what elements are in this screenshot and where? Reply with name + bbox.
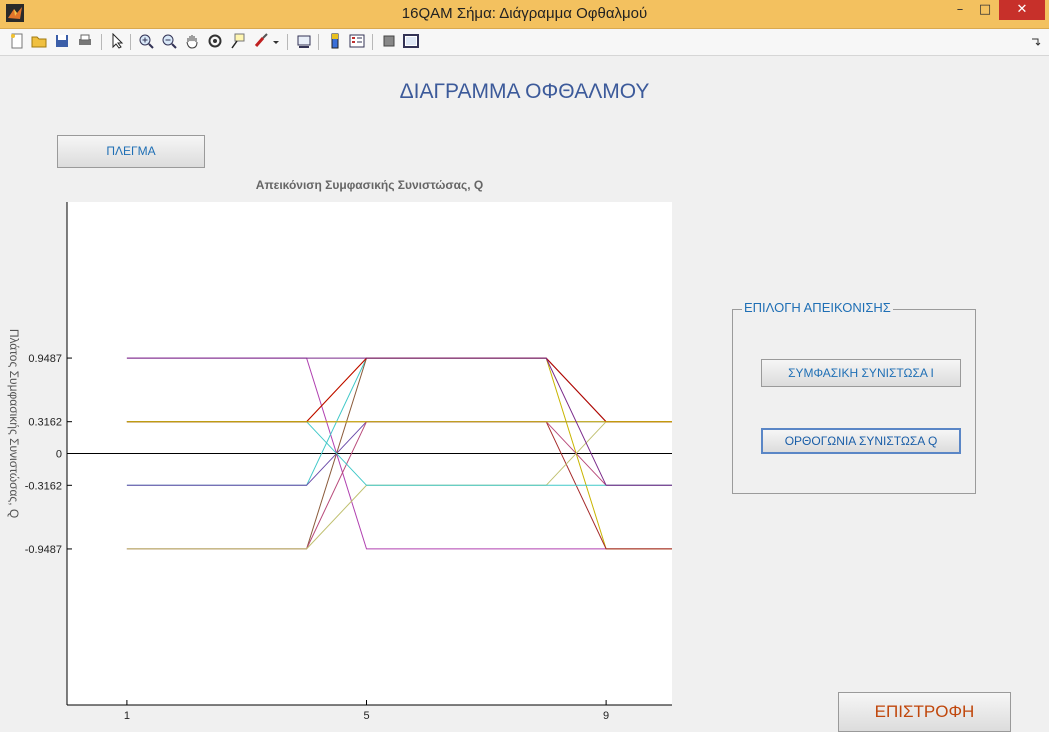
toolbar-dock-icon[interactable] bbox=[1026, 33, 1044, 51]
brush-icon[interactable] bbox=[252, 33, 270, 51]
quadrature-component-button[interactable]: ΟΡΘΟΓΩΝΙΑ ΣΥΝΙΣΤΩΣΑ Q bbox=[761, 428, 961, 454]
pointer-icon[interactable] bbox=[108, 32, 126, 51]
y-tick-label: 0 bbox=[56, 449, 62, 461]
data-cursor-icon[interactable] bbox=[229, 33, 247, 51]
pan-hand-icon[interactable] bbox=[183, 33, 201, 51]
y-axis-label: Πλάτος Συμφασικής Συνιστώσας, Q bbox=[7, 329, 21, 518]
save-icon[interactable] bbox=[53, 33, 71, 51]
print-icon[interactable] bbox=[76, 33, 94, 51]
new-file-icon[interactable] bbox=[8, 33, 26, 51]
x-tick-label: 9 bbox=[603, 710, 609, 722]
legend-icon[interactable] bbox=[348, 33, 366, 51]
y-tick-label: 0.3162 bbox=[28, 417, 62, 429]
open-folder-icon[interactable] bbox=[30, 33, 48, 51]
grid-toggle-button[interactable]: ΠΛΕΓΜΑ bbox=[57, 135, 205, 168]
rotate-3d-icon[interactable] bbox=[206, 33, 224, 51]
close-button[interactable]: ✕ bbox=[999, 0, 1045, 20]
colorbar-icon[interactable] bbox=[326, 33, 344, 51]
display-selection-label: ΕΠΙΛΟΓΗ ΑΠΕΙΚΟΝΙΣΗΣ bbox=[742, 300, 893, 315]
y-tick-label: 0.9487 bbox=[28, 353, 62, 365]
brush-dropdown-icon[interactable] bbox=[271, 33, 281, 51]
page-title: ΔΙΑΓΡΑΜΜΑ ΟΦΘΑΛΜΟΥ bbox=[399, 80, 650, 103]
zoom-in-icon[interactable] bbox=[137, 33, 155, 51]
window-titlebar: 16QAM Σήμα: Διάγραμμα Οφθαλμού – □ ✕ bbox=[0, 0, 1049, 29]
minimize-button[interactable]: – bbox=[948, 0, 972, 20]
hide-plot-tools-icon[interactable] bbox=[380, 33, 398, 51]
x-tick-label: 5 bbox=[363, 710, 369, 722]
eye-diagram-chart: 0.9487 0.3162 0 -0.3162 -0.9487 1 5 9 Πλάτος Συμ… bbox=[7, 202, 672, 722]
y-tick-label: -0.3162 bbox=[25, 480, 62, 492]
in-phase-component-button[interactable]: ΣΥΜΦΑΣΙΚΗ ΣΥΝΙΣΤΩΣΑ Ι bbox=[761, 359, 961, 387]
return-button[interactable]: ΕΠΙΣΤΡΟΦΗ bbox=[838, 692, 1011, 732]
maximize-button[interactable]: □ bbox=[973, 0, 997, 20]
y-tick-label: -0.9487 bbox=[25, 544, 62, 556]
zoom-out-icon[interactable] bbox=[160, 33, 178, 51]
figure-toolbar bbox=[0, 29, 1049, 56]
show-plot-tools-icon[interactable] bbox=[402, 33, 420, 51]
link-plot-icon[interactable] bbox=[295, 33, 313, 51]
display-selection-group bbox=[732, 309, 976, 494]
x-tick-label: 1 bbox=[124, 710, 130, 722]
window-title: 16QAM Σήμα: Διάγραμμα Οφθαλμού bbox=[401, 5, 648, 22]
